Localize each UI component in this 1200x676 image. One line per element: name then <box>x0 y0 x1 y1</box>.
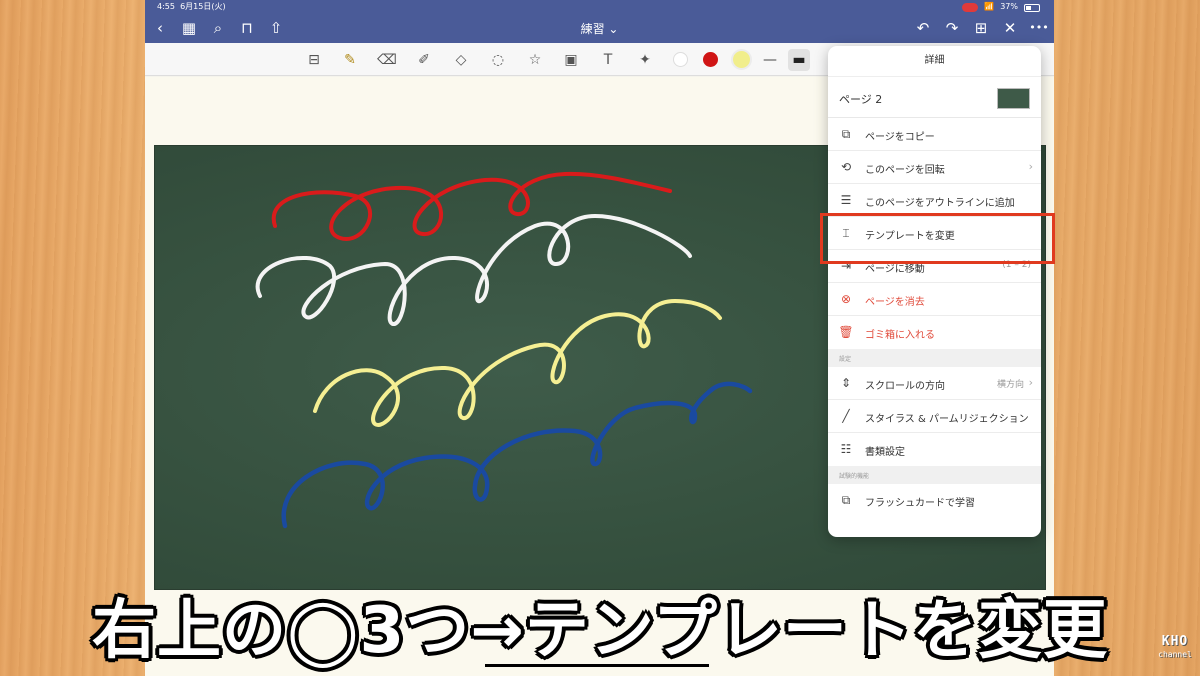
section-settings: 設定 <box>828 349 1041 367</box>
scroll-direction-value: 横方向 <box>996 380 1024 390</box>
text-icon[interactable]: T <box>597 49 619 71</box>
close-icon[interactable]: ✕ <box>999 17 1021 39</box>
scroll-direction-icon: ⇕ <box>840 376 852 390</box>
chevron-right-icon: › <box>1028 160 1033 173</box>
popover-title: 詳細 <box>924 55 945 66</box>
menu-item-document-settings[interactable]: ☷ 書類設定 <box>828 433 1041 466</box>
menu-item-move-to-trash[interactable]: 🗑 ゴミ箱に入れる <box>828 316 1041 349</box>
highlighter-icon[interactable]: ✐ <box>413 49 435 71</box>
trash-icon: 🗑 <box>838 325 854 339</box>
page-label: ページ 2 <box>839 93 883 106</box>
logo-line-2: channel <box>1158 650 1192 659</box>
clear-icon: ⊗ <box>840 292 852 306</box>
section-experimental: 試験的機能 <box>828 466 1041 484</box>
color-white[interactable] <box>673 52 688 67</box>
menu-item-label: フラッシュカードで学習 <box>865 498 975 509</box>
menu-item-flashcards[interactable]: ⧉ フラッシュカードで学習 <box>828 484 1041 517</box>
copy-icon: ⧉ <box>841 127 851 141</box>
laser-pointer-icon[interactable]: ✦ <box>634 49 656 71</box>
stylus-icon: ╱ <box>842 409 850 423</box>
menu-item-label: ページを消去 <box>865 297 925 308</box>
menu-item-label: スタイラス & パームリジェクション <box>865 414 1029 425</box>
menu-item-clear-page[interactable]: ⊗ ページを消去 <box>828 283 1041 316</box>
sticker-icon[interactable]: ☆ <box>524 49 546 71</box>
highlight-box <box>820 213 1055 264</box>
menu-item-label: ゴミ箱に入れる <box>865 330 935 341</box>
chevron-right-icon: › <box>1028 376 1033 389</box>
menu-item-label: ページをコピー <box>865 132 935 143</box>
battery-percent: 37% <box>1000 2 1018 11</box>
battery-icon <box>1024 3 1040 12</box>
caption-underline <box>485 664 709 667</box>
color-yellow-selected[interactable] <box>731 49 752 70</box>
menu-item-label: スクロールの方向 <box>865 381 945 392</box>
add-page-icon[interactable]: ⊞ <box>970 17 992 39</box>
outline-icon: ☰ <box>840 193 852 207</box>
lasso-icon[interactable]: ◌ <box>487 49 509 71</box>
page-thumbnail <box>997 88 1030 109</box>
video-caption: 右上の◯3つ→テンプレートを変更 <box>92 594 1108 668</box>
menu-item-stylus-palm-rejection[interactable]: ╱ スタイラス & パームリジェクション <box>828 400 1041 433</box>
more-icon[interactable]: ••• <box>1028 17 1050 39</box>
status-bar: 4:55 6月15日(火) 📶 37% <box>145 0 1054 13</box>
status-time: 4:55 6月15日(火) <box>157 2 226 11</box>
eraser-icon[interactable]: ⌫ <box>376 49 398 71</box>
stroke-thin-icon[interactable]: — <box>759 49 781 71</box>
wifi-icon: 📶 <box>984 2 995 11</box>
recording-icon <box>962 3 979 12</box>
sliders-icon: ☷ <box>840 442 852 456</box>
undo-icon[interactable]: ↶ <box>912 17 934 39</box>
menu-item-label: 書類設定 <box>865 447 905 458</box>
stroke-medium-icon[interactable]: ▬ <box>788 49 810 71</box>
flashcard-icon: ⧉ <box>841 493 851 507</box>
image-icon[interactable]: ▣ <box>560 49 582 71</box>
color-red[interactable] <box>703 52 718 67</box>
rotate-icon: ⟲ <box>840 160 852 174</box>
page-info-row: ページ 2 <box>828 76 1041 118</box>
shape-icon[interactable]: ◇ <box>450 49 472 71</box>
details-popover: 詳細 ページ 2 ⧉ ページをコピー ⟲ このページを回転 › ☰ このページを… <box>828 46 1041 537</box>
redo-icon[interactable]: ↷ <box>941 17 963 39</box>
channel-logo: KHO channel <box>1155 634 1195 664</box>
menu-item-scroll-direction[interactable]: ⇕ スクロールの方向 横方向 › <box>828 367 1041 400</box>
menu-item-copy-page[interactable]: ⧉ ページをコピー <box>828 118 1041 151</box>
logo-line-1: KHO <box>1161 634 1189 649</box>
menu-item-label: このページを回転 <box>865 165 945 176</box>
pen-icon[interactable]: ✎ <box>339 49 361 71</box>
nav-bar: ‹ ▦ ⌕ ⊓ ⇧ 練習 ⌄ ↶ ↷ ⊞ ✕ ••• <box>145 13 1054 43</box>
menu-item-label: このページをアウトラインに追加 <box>865 198 1015 209</box>
reader-mode-icon[interactable]: ⊟ <box>303 49 325 71</box>
menu-item-rotate-page[interactable]: ⟲ このページを回転 › <box>828 151 1041 184</box>
status-right: 📶 37% <box>962 0 1040 13</box>
